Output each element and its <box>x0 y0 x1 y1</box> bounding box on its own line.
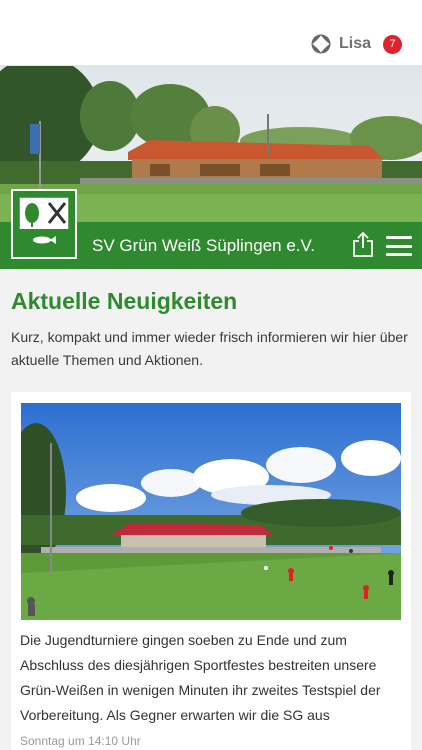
news-article-text: Die Jugendturniere gingen soeben zu Ende… <box>20 632 381 723</box>
club-name[interactable]: SV Grün Weiß Süplingen e.V. <box>92 236 315 256</box>
news-card[interactable]: Die Jugendturniere gingen soeben zu Ende… <box>11 392 411 750</box>
news-article-date: Sonntag um 14:10 Uhr <box>20 734 141 748</box>
club-crest-icon[interactable] <box>11 189 77 259</box>
user-name[interactable]: Lisa <box>339 35 371 53</box>
menu-icon-line <box>386 236 412 239</box>
menu-icon[interactable] <box>386 236 412 256</box>
section-title: Aktuelle Neuigkeiten <box>11 288 238 314</box>
notification-badge[interactable]: 7 <box>383 34 402 54</box>
share-icon[interactable] <box>352 231 374 257</box>
user-menu[interactable]: Lisa 7 <box>311 32 402 56</box>
menu-icon-line <box>386 244 412 248</box>
football-field-tournament-photo[interactable] <box>21 403 401 620</box>
club-app-logo-icon <box>311 34 331 54</box>
menu-icon-line <box>386 253 412 256</box>
section-intro: Kurz, kompakt und immer wieder frisch in… <box>11 329 408 368</box>
top-bar: Lisa 7 <box>0 0 422 66</box>
